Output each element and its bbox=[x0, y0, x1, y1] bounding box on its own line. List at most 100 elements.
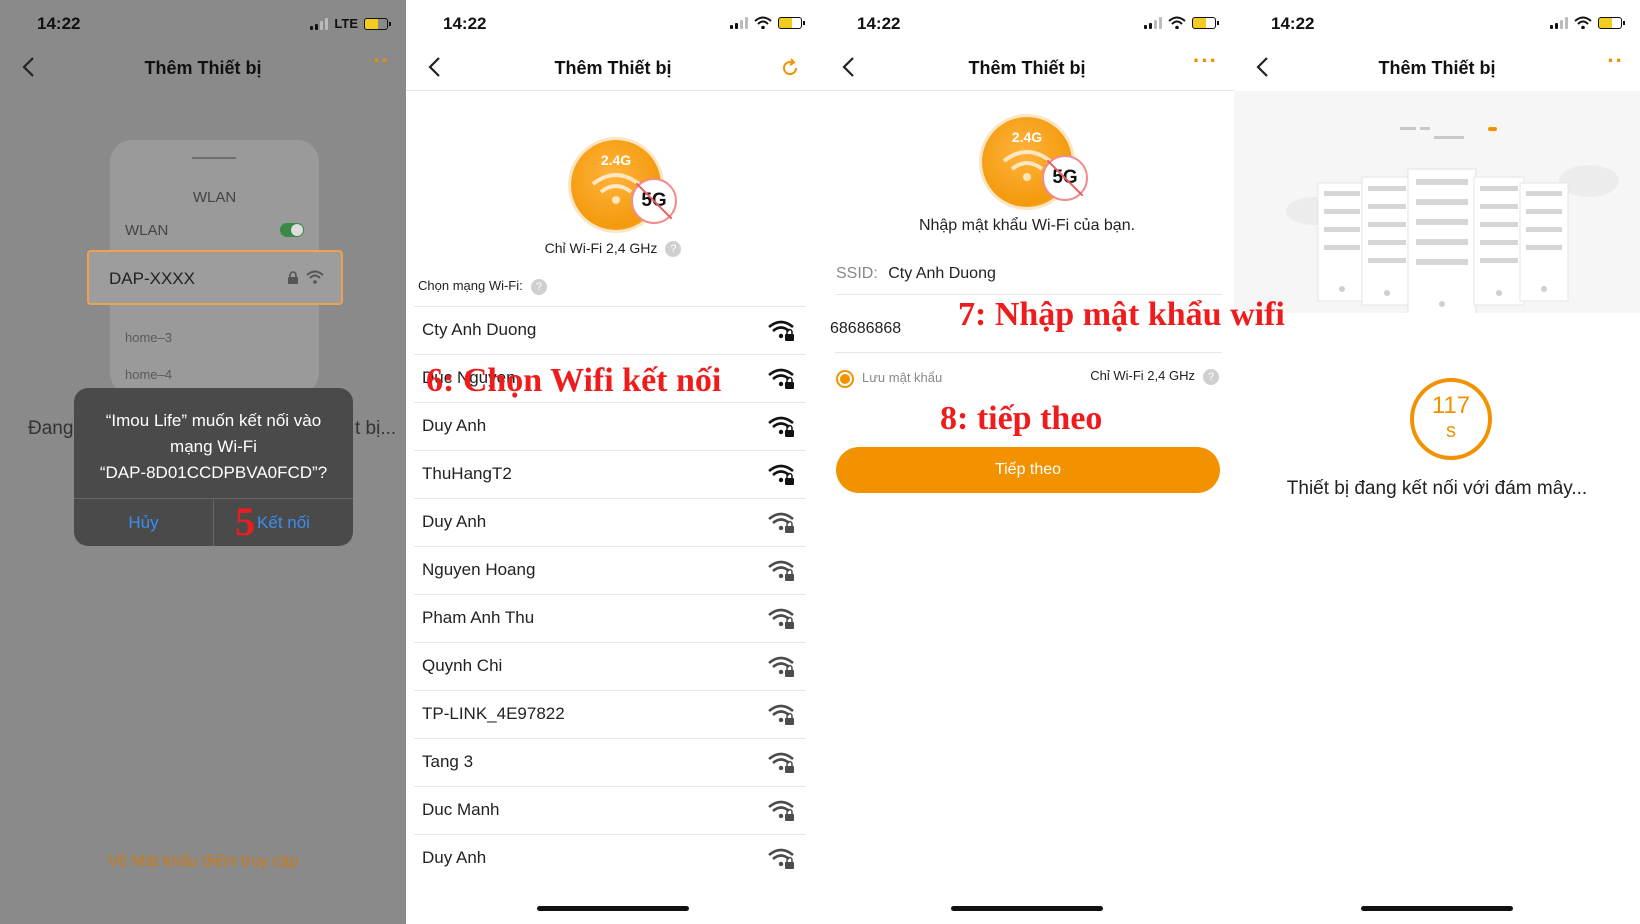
wifi-network-row[interactable]: Quynh Chi bbox=[414, 642, 806, 690]
wifi-join-alert: “Imou Life” muốn kết nối vào mạng Wi-Fi … bbox=[74, 388, 353, 546]
access-point-password-link[interactable]: Về Mật khẩu điểm truy cập bbox=[0, 853, 406, 871]
wifi-icon bbox=[1574, 16, 1592, 29]
wifi-lock-icon bbox=[768, 368, 794, 389]
cancel-button[interactable]: Hủy bbox=[74, 499, 214, 546]
server-rack-icon bbox=[1286, 127, 1619, 320]
wifi-lock-icon bbox=[768, 752, 794, 773]
battery-icon bbox=[364, 17, 391, 30]
help-icon[interactable]: ? bbox=[665, 241, 682, 258]
wifi-network-row[interactable]: ThuHangT2 bbox=[414, 450, 806, 498]
carrier-label: LTE bbox=[334, 16, 358, 31]
wifi-network-row[interactable]: TP-LINK_4E97822 bbox=[414, 690, 806, 738]
wifi-network-row[interactable]: Cty Anh Duong bbox=[414, 306, 806, 354]
wifi-icon bbox=[1168, 16, 1186, 29]
choose-network-label: Chọn mạng Wi-Fi: bbox=[418, 278, 523, 293]
next-button[interactable]: Tiếp theo bbox=[836, 447, 1220, 493]
connecting-text-partial: Đang bbox=[28, 418, 74, 439]
countdown-unit: s bbox=[1446, 420, 1456, 442]
wifi-lock-icon bbox=[768, 560, 794, 581]
battery-icon bbox=[1192, 16, 1219, 29]
step-7-annotation: 7: Nhập mật khẩu wifi bbox=[958, 296, 1285, 333]
panel-wifi-password: 14:22 Thêm Thiết bị ··· 2.4G 5G Nhập mật… bbox=[820, 0, 1234, 924]
card-handle bbox=[192, 157, 236, 159]
wifi-network-name: Pham Anh Thu bbox=[422, 608, 535, 627]
selected-network-name: DAP-XXXX bbox=[109, 269, 195, 288]
wifi-network-row[interactable]: Duy Anh bbox=[414, 498, 806, 546]
connecting-text-partial: t bị... bbox=[355, 418, 397, 439]
password-input[interactable]: 68686868 bbox=[830, 320, 901, 338]
card-title: WLAN bbox=[192, 189, 237, 206]
wifi-icon bbox=[754, 16, 772, 29]
wifi-network-row[interactable]: Nguyen Hoang bbox=[414, 546, 806, 594]
battery-icon bbox=[1598, 16, 1625, 29]
wifi-network-name: ThuHangT2 bbox=[422, 464, 512, 483]
step-8-annotation: 8: tiếp theo bbox=[940, 400, 1103, 437]
selected-network-row: DAP-XXXX bbox=[87, 250, 343, 305]
page-title: Thêm Thiết bị bbox=[968, 58, 1086, 78]
lock-icon bbox=[288, 271, 298, 284]
more-icon[interactable]: ··· bbox=[1193, 48, 1218, 74]
signal-icon bbox=[1144, 16, 1162, 29]
wifi-icon bbox=[306, 270, 324, 284]
status-time: 14:22 bbox=[857, 14, 901, 33]
home-indicator bbox=[537, 906, 689, 911]
alert-message: “Imou Life” muốn kết nối vào bbox=[105, 411, 322, 430]
network-row: home–3 bbox=[125, 330, 172, 345]
status-bar: 14:22 bbox=[406, 0, 820, 46]
wlan-toggle bbox=[280, 223, 304, 237]
status-time: 14:22 bbox=[443, 14, 487, 33]
page-title: Thêm Thiết bị bbox=[554, 58, 672, 78]
panel-ios-wifi-dialog: 14:22 LTE Thêm Thiết bị ·· WLAN WLAN DAP… bbox=[0, 0, 406, 924]
signal-icon bbox=[1550, 16, 1568, 29]
wifi-lock-icon bbox=[768, 608, 794, 629]
wifi-network-row[interactable]: Duc Manh bbox=[414, 786, 806, 834]
band-label: 2.4G bbox=[1011, 129, 1043, 145]
band-note: Chỉ Wi-Fi 2,4 GHz bbox=[1090, 368, 1195, 383]
more-icon[interactable]: ·· bbox=[373, 48, 390, 74]
wifi-network-name: Tang 3 bbox=[422, 752, 474, 771]
band-caption: Chỉ Wi-Fi 2,4 GHz bbox=[544, 240, 658, 256]
wifi-network-name: Cty Anh Duong bbox=[422, 320, 537, 339]
signal-icon bbox=[730, 16, 748, 29]
alert-message: “DAP-8D01CCDPBVA0FCD”? bbox=[99, 463, 328, 482]
wifi-network-row[interactable]: Pham Anh Thu bbox=[414, 594, 806, 642]
wifi-network-name: Duy Anh bbox=[422, 416, 487, 435]
help-icon[interactable]: ? bbox=[530, 278, 547, 295]
save-password-label: Lưu mật khẩu bbox=[862, 370, 943, 385]
status-bar: 14:22 bbox=[820, 0, 1234, 46]
wifi-network-name: TP-LINK_4E97822 bbox=[422, 704, 565, 723]
status-bar: 14:22 LTE bbox=[0, 0, 406, 46]
server-illustration bbox=[1234, 91, 1640, 320]
ssid-value: Cty Anh Duong bbox=[888, 265, 996, 282]
save-password-radio[interactable] bbox=[836, 370, 854, 388]
wifi-network-name: Duy Anh bbox=[422, 512, 487, 531]
step-6-annotation: 6: Chọn Wifi kết nối bbox=[426, 362, 722, 399]
panel-cloud-connecting: 14:22 Thêm Thiết bị ·· 117 s Thiết bị đa… bbox=[1234, 0, 1640, 924]
more-icon[interactable]: ·· bbox=[1607, 48, 1624, 74]
help-icon[interactable]: ? bbox=[1203, 368, 1219, 385]
wifi-lock-icon bbox=[768, 416, 794, 437]
wifi-lock-icon bbox=[768, 656, 794, 677]
connecting-status: Thiết bị đang kết nối với đám mây... bbox=[1286, 478, 1588, 499]
ssid-label: SSID: bbox=[836, 265, 878, 282]
refresh-icon[interactable] bbox=[780, 58, 800, 78]
password-prompt: Nhập mật khẩu Wi-Fi của bạn. bbox=[918, 217, 1136, 234]
nav-bar: Thêm Thiết bị ·· bbox=[1234, 46, 1640, 90]
page-title: Thêm Thiết bị bbox=[144, 58, 262, 78]
status-bar: 14:22 bbox=[1234, 0, 1640, 46]
wifi-lock-icon bbox=[768, 464, 794, 485]
wifi-network-name: Duc Manh bbox=[422, 800, 500, 819]
wifi-network-row[interactable]: Tang 3 bbox=[414, 738, 806, 786]
wifi-network-row[interactable]: Duy Anh bbox=[414, 834, 806, 882]
countdown-value: 117 bbox=[1431, 392, 1471, 419]
wifi-network-name: Quynh Chi bbox=[422, 656, 503, 675]
step-5-marker: 5 bbox=[235, 499, 255, 544]
nav-bar: Thêm Thiết bị ··· bbox=[820, 46, 1234, 90]
wifi-network-row[interactable]: Duy Anh bbox=[414, 402, 806, 450]
wlan-label: WLAN bbox=[125, 222, 169, 239]
home-indicator bbox=[1361, 906, 1513, 911]
signal-icon bbox=[310, 17, 329, 30]
wifi-lock-icon bbox=[768, 848, 794, 869]
battery-icon bbox=[778, 16, 805, 29]
wifi-lock-icon bbox=[768, 800, 794, 821]
